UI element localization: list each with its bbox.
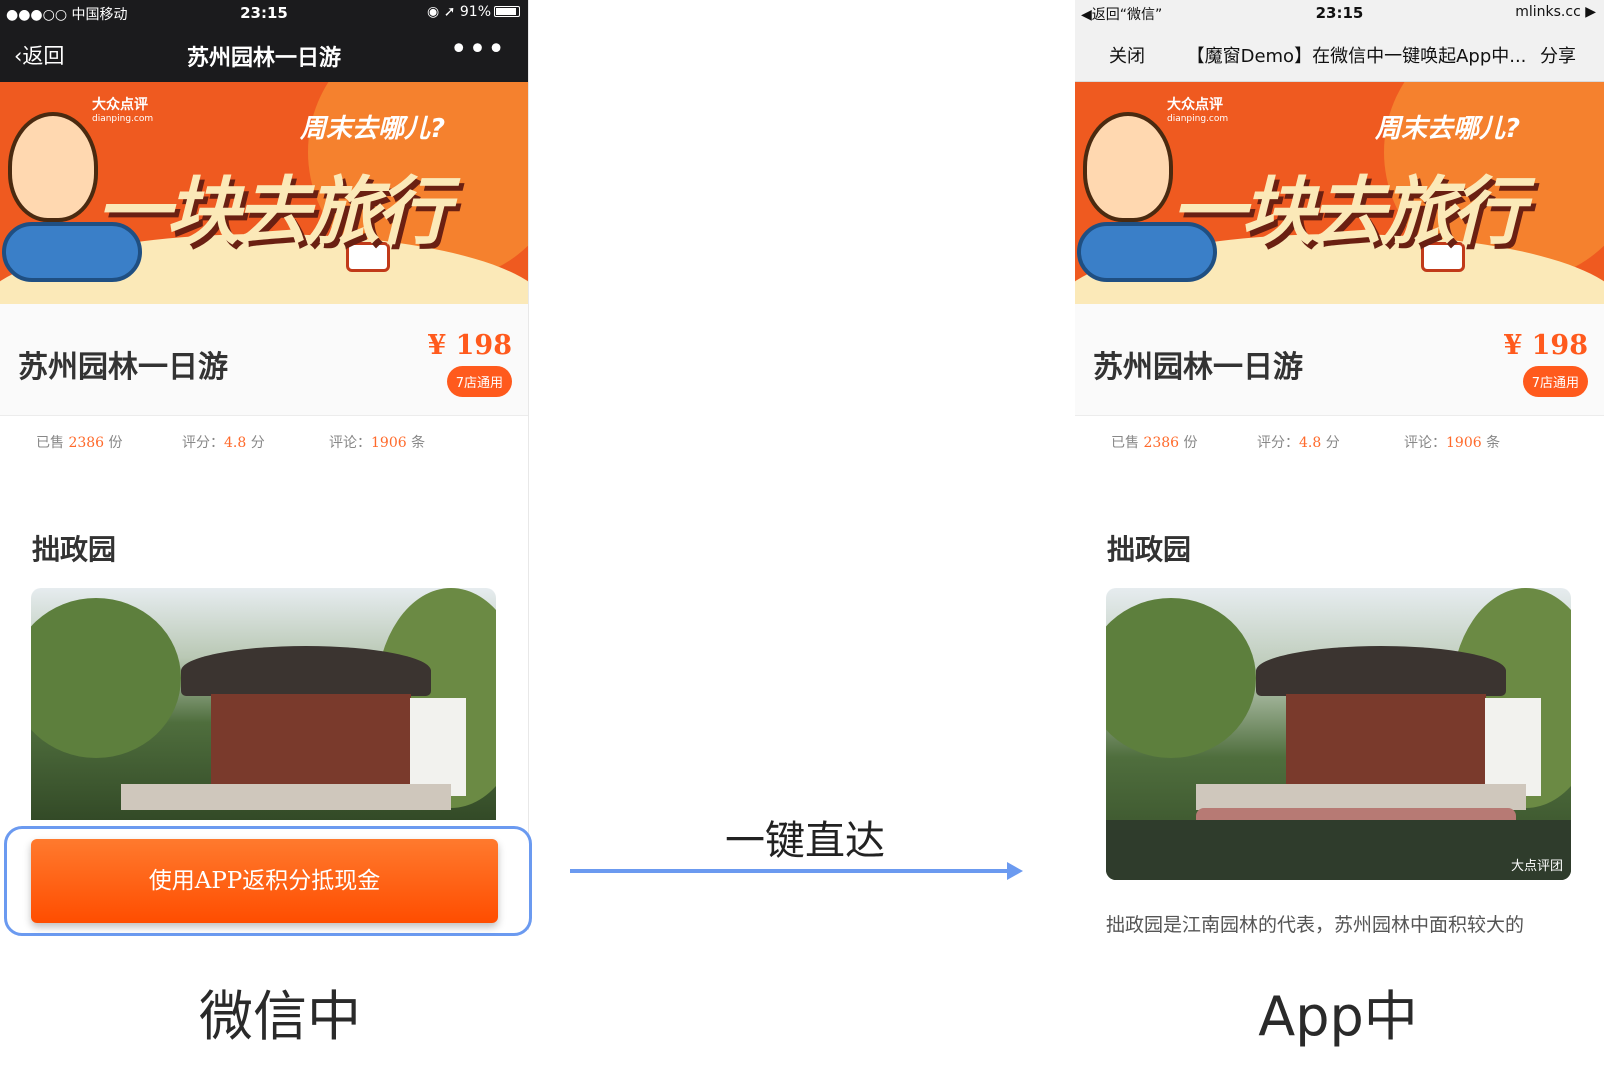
status-bar: ◀返回“微信” 23:15 mlinks.cc ▶ bbox=[1075, 0, 1604, 26]
product-stats: 已售 2386 份 评分：4.8 分 评论：1906 条 bbox=[1075, 418, 1604, 478]
product-name: 苏州园林一日游 bbox=[18, 350, 228, 385]
review-stat: 评论：1906 条 bbox=[329, 432, 425, 452]
app-caption: App中 bbox=[1258, 985, 1418, 1048]
photo-pavilion-hall bbox=[1286, 694, 1486, 798]
rating-unit: 分 bbox=[1321, 435, 1340, 451]
browser-nav-bar: 关闭 【魔窗Demo】在微信中一键唤起App中... 分享 bbox=[1075, 36, 1604, 76]
photo-pavilion-hall bbox=[211, 694, 411, 798]
product-price: ¥ 198 bbox=[1503, 330, 1588, 361]
sold-stat: 已售 2386 份 bbox=[1111, 432, 1198, 452]
photo-tree-left bbox=[31, 598, 181, 758]
logo-text: 大众点评 bbox=[92, 97, 148, 113]
sold-label: 已售 bbox=[36, 435, 69, 451]
rating-value: 4.8 bbox=[1299, 435, 1322, 451]
product-price: ¥ 198 bbox=[427, 330, 512, 361]
logo-domain: dianping.com bbox=[92, 114, 154, 124]
arrow-label: 一键直达 bbox=[725, 818, 885, 864]
review-stat: 评论：1906 条 bbox=[1404, 432, 1500, 452]
section-title: 拙政园 bbox=[32, 533, 117, 566]
sold-value: 2386 bbox=[68, 435, 105, 451]
rating-stat: 评分：4.8 分 bbox=[182, 432, 265, 452]
cartoon-boy-illustration bbox=[1083, 112, 1173, 222]
app-phone-screen: ◀返回“微信” 23:15 mlinks.cc ▶ 关闭 【魔窗Demo】在微信… bbox=[1075, 0, 1604, 940]
dianping-logo: 大众点评 dianping.com bbox=[1167, 94, 1228, 124]
logo-domain: dianping.com bbox=[1167, 114, 1229, 124]
promo-banner[interactable]: 大众点评 dianping.com 周末去哪儿? 一块去旅行 bbox=[1075, 82, 1604, 304]
promo-banner[interactable]: 大众点评 dianping.com 周末去哪儿? 一块去旅行 bbox=[0, 82, 528, 304]
photo-white-wall bbox=[1485, 698, 1541, 796]
banner-tagline: 周末去哪儿? bbox=[1375, 114, 1521, 144]
status-bar: ●●●○○ 中国移动 23:15 ◉ ➚ 91% bbox=[0, 0, 528, 26]
rating-label: 评分： bbox=[1257, 435, 1299, 451]
product-stats: 已售 2386 份 评分：4.8 分 评论：1906 条 bbox=[0, 418, 528, 478]
battery-status: ◉ ➚ 91% bbox=[427, 4, 520, 20]
banner-slogan: 一块去旅行 bbox=[1171, 169, 1525, 255]
wechat-phone-screen: ●●●○○ 中国移动 23:15 ◉ ➚ 91% ‹返回 苏州园林一日游 •••… bbox=[0, 0, 529, 930]
store-badge: 7店通用 bbox=[446, 366, 512, 397]
product-summary: 苏州园林一日游 ¥ 198 7店通用 bbox=[0, 304, 528, 416]
photo-watermark: 大点评团 bbox=[1510, 859, 1563, 874]
close-button[interactable]: 关闭 bbox=[1109, 42, 1145, 68]
battery-percent: ◉ ➚ 91% bbox=[427, 4, 491, 20]
sold-value: 2386 bbox=[1143, 435, 1180, 451]
wechat-top-bar: ●●●○○ 中国移动 23:15 ◉ ➚ 91% ‹返回 苏州园林一日游 ••• bbox=[0, 0, 528, 82]
rating-unit: 分 bbox=[246, 435, 265, 451]
section-title: 拙政园 bbox=[1107, 533, 1192, 566]
garden-description: 拙政园是江南园林的代表，苏州园林中面积较大的 bbox=[1106, 914, 1525, 936]
site-link[interactable]: mlinks.cc ▶ bbox=[1515, 4, 1596, 20]
sold-unit: 份 bbox=[1179, 435, 1198, 451]
product-name: 苏州园林一日游 bbox=[1093, 350, 1303, 385]
garden-photo[interactable] bbox=[31, 588, 496, 820]
sold-label: 已售 bbox=[1111, 435, 1144, 451]
wechat-caption: 微信中 bbox=[199, 985, 361, 1048]
review-label: 评论： bbox=[1404, 435, 1446, 451]
review-unit: 条 bbox=[1481, 435, 1501, 451]
page-title: 苏州园林一日游 bbox=[186, 46, 341, 71]
photo-white-wall bbox=[410, 698, 466, 796]
arrow-right-icon bbox=[1007, 862, 1023, 880]
store-badge: 7店通用 bbox=[1522, 366, 1588, 397]
photo-pond bbox=[1106, 820, 1571, 880]
nav-bar: ‹返回 苏州园林一日游 ••• bbox=[0, 30, 528, 78]
photo-stone-bridge bbox=[121, 784, 451, 810]
banner-slogan: 一块去旅行 bbox=[96, 169, 450, 255]
share-button[interactable]: 分享 bbox=[1540, 42, 1576, 68]
rating-label: 评分： bbox=[182, 435, 224, 451]
photo-tree-left bbox=[1106, 598, 1256, 758]
garden-photo[interactable]: 大点评团 bbox=[1106, 588, 1571, 880]
sold-stat: 已售 2386 份 bbox=[36, 432, 123, 452]
review-value: 1906 bbox=[1446, 435, 1482, 451]
cartoon-boy-illustration bbox=[8, 112, 98, 222]
page-title: 【魔窗Demo】在微信中一键唤起App中... bbox=[1186, 46, 1527, 67]
rating-stat: 评分：4.8 分 bbox=[1257, 432, 1340, 452]
photo-pavilion-roof bbox=[181, 646, 431, 696]
logo-text: 大众点评 bbox=[1167, 97, 1223, 113]
review-label: 评论： bbox=[329, 435, 371, 451]
banner-tagline: 周末去哪儿? bbox=[300, 114, 446, 144]
sold-unit: 份 bbox=[104, 435, 123, 451]
more-icon[interactable]: ••• bbox=[450, 32, 506, 67]
review-unit: 条 bbox=[406, 435, 426, 451]
arrow-line bbox=[570, 869, 1010, 873]
photo-stone-bridge bbox=[1196, 784, 1526, 810]
dianping-logo: 大众点评 dianping.com bbox=[92, 94, 153, 124]
rating-value: 4.8 bbox=[224, 435, 247, 451]
battery-icon bbox=[494, 6, 520, 17]
review-value: 1906 bbox=[371, 435, 407, 451]
product-summary: 苏州园林一日游 ¥ 198 7店通用 bbox=[1075, 304, 1604, 416]
browser-top-bar: ◀返回“微信” 23:15 mlinks.cc ▶ 关闭 【魔窗Demo】在微信… bbox=[1075, 0, 1604, 82]
photo-pavilion-roof bbox=[1256, 646, 1506, 696]
open-app-button[interactable]: 使用APP返积分抵现金 bbox=[31, 839, 498, 923]
